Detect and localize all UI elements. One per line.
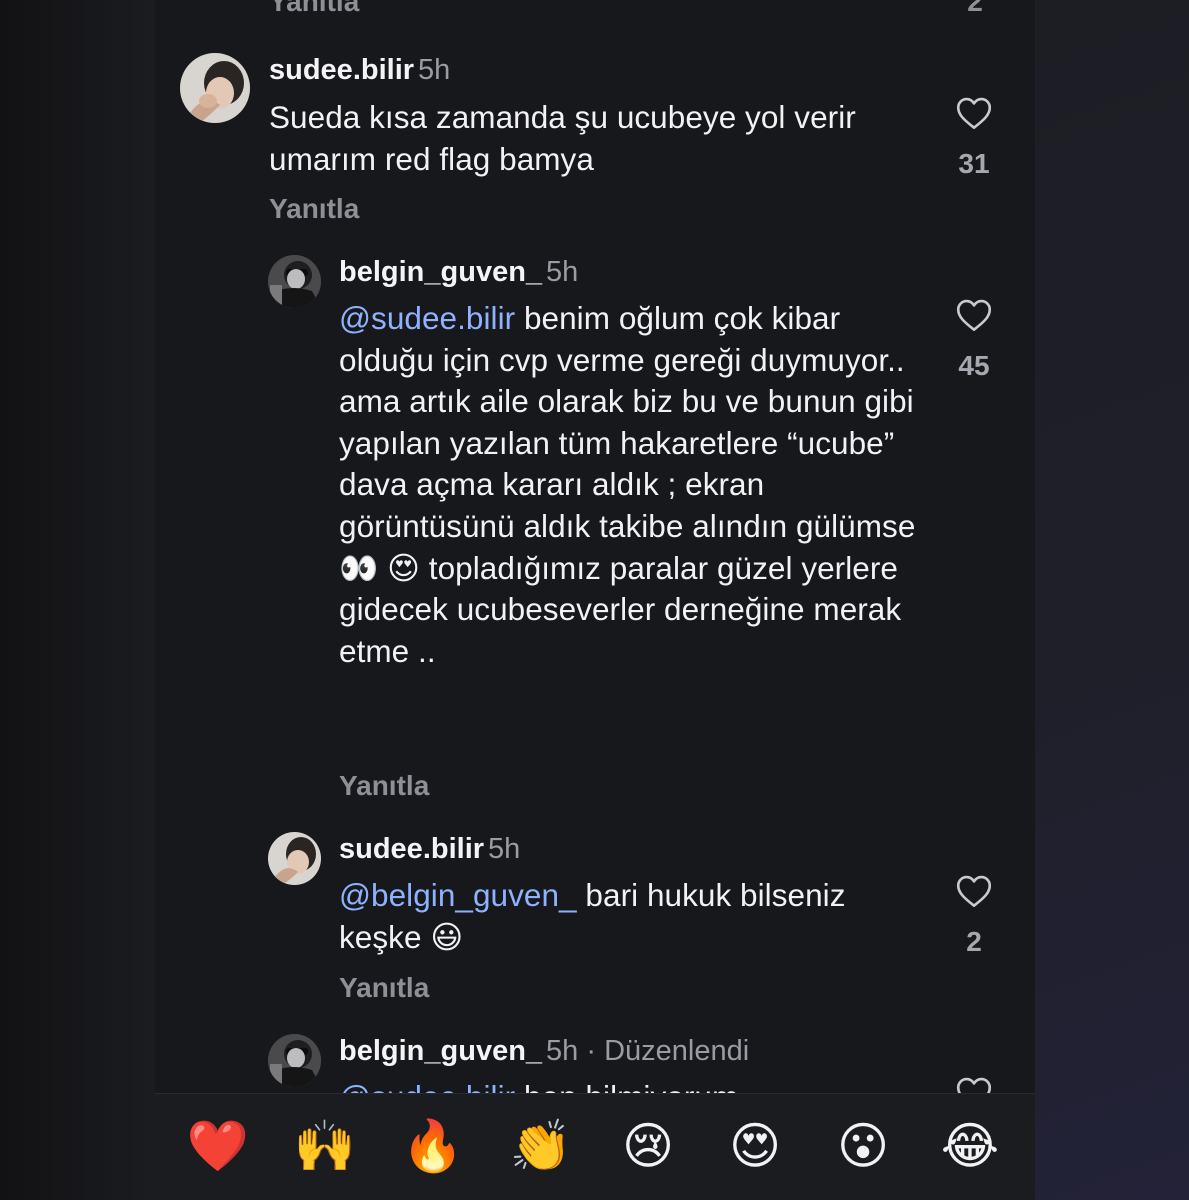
- avatar-photo-icon: [180, 53, 250, 123]
- reply-button[interactable]: Yanıtla: [339, 770, 429, 802]
- username[interactable]: sudee.bilir: [269, 54, 414, 86]
- backdrop-left: [0, 0, 155, 1200]
- avatar[interactable]: [268, 255, 321, 308]
- heart-outline-icon: [956, 875, 992, 907]
- mention-link[interactable]: @belgin_guven_: [339, 877, 577, 913]
- like-button[interactable]: 31: [944, 96, 1004, 180]
- crying-emoji-button[interactable]: 😢: [616, 1114, 680, 1178]
- avatar-photo-icon: [268, 832, 321, 885]
- like-count: 2: [967, 0, 983, 17]
- comments-panel[interactable]: Yanıtla 2 sudee.bilir 5h Sueda kısa zaman…: [155, 0, 1035, 1200]
- heart-emoji-button[interactable]: ❤️: [186, 1114, 250, 1178]
- avatar-photo-icon: [268, 255, 321, 308]
- heart-eyes-emoji-button[interactable]: 😍: [723, 1114, 787, 1178]
- like-count: 31: [958, 148, 990, 179]
- comment-text: Sueda kısa zamanda şu ucubeye yol verir …: [269, 99, 856, 177]
- raising-hands-emoji-button[interactable]: 🙌: [293, 1114, 357, 1178]
- mention-link[interactable]: @sudee.bilir: [339, 300, 515, 336]
- heart-outline-icon: [956, 299, 992, 331]
- emoji-reaction-bar: ❤️ 🙌 🔥 👏 😢 😍 😮 😂: [155, 1093, 1035, 1200]
- backdrop-right: [1035, 0, 1189, 1200]
- heart-outline-icon: [956, 97, 992, 129]
- timestamp: 5h: [546, 256, 579, 288]
- reply-button[interactable]: Yanıtla: [339, 972, 429, 1004]
- reply-button[interactable]: Yanıtla: [269, 193, 359, 225]
- comment-text: @sudee.bilir benim oğlum çok kibar olduğ…: [339, 298, 919, 672]
- timestamp: 5h: [546, 1035, 579, 1067]
- username[interactable]: belgin_guven_: [339, 1035, 542, 1067]
- avatar[interactable]: [180, 53, 250, 123]
- clapping-emoji-button[interactable]: 👏: [509, 1114, 573, 1178]
- like-count: 2: [966, 926, 982, 957]
- username[interactable]: sudee.bilir: [339, 833, 484, 865]
- timestamp: 5h: [418, 54, 451, 86]
- like-count: 45: [958, 350, 990, 381]
- comment-body: benim oğlum çok kibar olduğu için cvp ve…: [339, 300, 916, 669]
- avatar[interactable]: [268, 832, 321, 885]
- like-button[interactable]: 45: [944, 298, 1004, 382]
- avatar-photo-icon: [268, 1034, 321, 1087]
- laughing-emoji-button[interactable]: 😂: [938, 1114, 1002, 1178]
- like-button[interactable]: 2: [944, 874, 1004, 958]
- timestamp: 5h: [488, 833, 521, 865]
- comment-text: @belgin_guven_ bari hukuk bilseniz keşke…: [339, 875, 859, 958]
- surprised-emoji-button[interactable]: 😮: [831, 1114, 895, 1178]
- avatar[interactable]: [268, 1034, 321, 1087]
- edited-label: · Düzenlendi: [586, 1035, 750, 1067]
- fire-emoji-button[interactable]: 🔥: [401, 1114, 465, 1178]
- reply-button[interactable]: Yanıtla: [269, 0, 359, 18]
- username[interactable]: belgin_guven_: [339, 256, 542, 288]
